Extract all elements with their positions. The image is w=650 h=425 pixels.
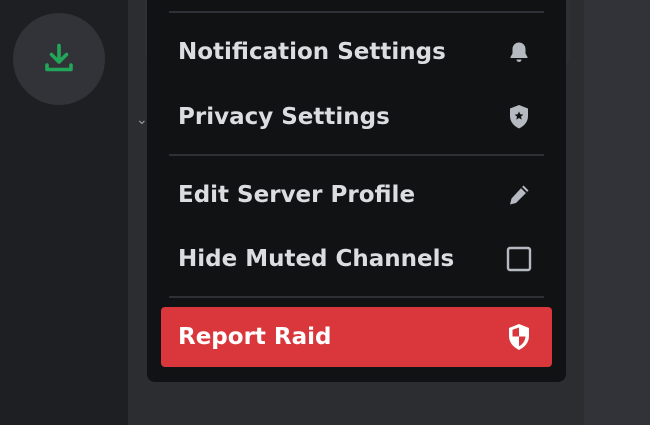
- menu-item-privacy-settings[interactable]: Privacy Settings: [161, 89, 552, 145]
- shield-raid-icon: [504, 322, 534, 352]
- bell-icon: [504, 37, 534, 67]
- main-content-edge: [584, 0, 650, 425]
- menu-item-hide-muted-channels[interactable]: Hide Muted Channels: [161, 231, 552, 287]
- checkbox-icon[interactable]: [504, 244, 534, 274]
- menu-item-label: Report Raid: [178, 324, 332, 350]
- menu-item-label: Edit Server Profile: [178, 182, 416, 208]
- server-context-menu: Notification Settings Privacy Settings E…: [147, 0, 566, 382]
- menu-item-notification-settings[interactable]: Notification Settings: [161, 24, 552, 80]
- chevron-down-icon[interactable]: ⌄: [136, 112, 148, 128]
- shield-star-icon: [504, 102, 534, 132]
- menu-item-label: Hide Muted Channels: [178, 246, 455, 272]
- pencil-icon: [504, 180, 534, 210]
- menu-separator: [169, 296, 544, 298]
- menu-item-label: Privacy Settings: [178, 104, 390, 130]
- menu-separator: [169, 11, 544, 13]
- download-icon: [45, 43, 73, 72]
- server-rail: [0, 0, 128, 425]
- download-apps-button[interactable]: [13, 13, 105, 105]
- menu-item-label: Notification Settings: [178, 39, 446, 65]
- menu-item-report-raid[interactable]: Report Raid: [161, 307, 552, 367]
- menu-item-edit-server-profile[interactable]: Edit Server Profile: [161, 167, 552, 223]
- menu-separator: [169, 154, 544, 156]
